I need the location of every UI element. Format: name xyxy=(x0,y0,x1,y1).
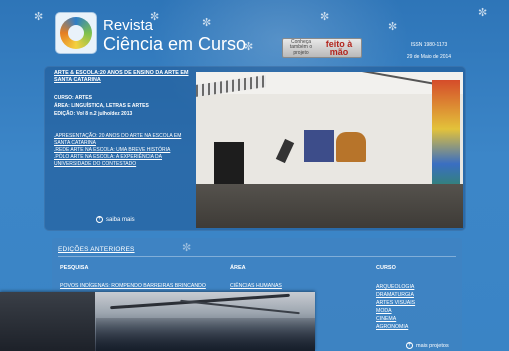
edicao-label: EDIÇÃO: xyxy=(54,111,76,117)
column-header-area: ÁREA xyxy=(230,265,246,271)
saiba-mais-button[interactable]: + saiba mais xyxy=(96,216,135,223)
featured-link-rede[interactable]: .REDE ARTE NA ESCOLA: UMA BREVE HISTÓRIA xyxy=(54,147,194,154)
featured-article-panel: ARTE & ESCOLA:20 ANOS DE ENSINO DA ARTE … xyxy=(44,66,466,231)
featured-area: ÁREA: LINGUÍSTICA, LETRAS E ARTES xyxy=(54,103,149,109)
featured-link-polo[interactable]: .PÓLO ARTE NA ESCOLA: A EXPERIÊNCIA DA U… xyxy=(54,154,194,168)
featured-curso: CURSO: ARTES xyxy=(54,95,92,101)
area-link[interactable]: CIÊNCIAS HUMANAS xyxy=(230,283,282,289)
dandelion-seed-icon: ✼ xyxy=(34,11,44,23)
column-header-pesquisa: PESQUISA xyxy=(60,265,89,271)
curso-link-arqueologia[interactable]: ARQUEOLOGIA xyxy=(376,283,415,291)
curso-link-dramaturgia[interactable]: DRAMATURGIA xyxy=(376,291,415,299)
area-label: ÁREA: xyxy=(54,103,70,109)
featured-photo[interactable] xyxy=(196,72,463,228)
edicao-value: Vol 8 n.2 julho/dez 2013 xyxy=(76,111,133,117)
divider xyxy=(58,256,456,257)
plus-circle-icon: + xyxy=(96,216,103,223)
feito-a-mao-banner[interactable]: Conheça também o projeto feito à mão xyxy=(282,38,362,58)
curso-label: CURSO: xyxy=(54,95,74,101)
curso-list: ARQUEOLOGIA DRAMATURGIA ARTES VISUAIS MO… xyxy=(376,283,415,331)
site-title-line2: Ciência em Curso xyxy=(103,33,247,54)
curso-value: ARTES xyxy=(74,95,92,101)
dandelion-seed-icon: ✼ xyxy=(320,11,330,23)
saiba-mais-label: saiba mais xyxy=(106,216,135,223)
pesquisa-link[interactable]: POVOS INDÍGENAS: ROMPENDO BARREIRAS BRIN… xyxy=(60,283,206,289)
site-title-line1: Revista xyxy=(103,17,154,34)
column-header-curso: CURSO xyxy=(376,265,396,271)
featured-link-apresentacao[interactable]: .APRESENTAÇÃO: 20 ANOS DO ARTE NA ESCOLA… xyxy=(54,133,194,147)
site-logo[interactable] xyxy=(56,13,96,53)
promo-big-text: feito à mão xyxy=(325,39,353,57)
plus-circle-icon: + xyxy=(406,342,413,349)
issn-number: ISSN 1980-1173 xyxy=(410,42,448,48)
mais-projetos-button[interactable]: + mais projetos xyxy=(406,342,449,349)
curso-link-artes-visuais[interactable]: ARTES VISUAIS xyxy=(376,299,415,307)
current-date: 29 de Maio de 2014 xyxy=(406,54,452,60)
site-title[interactable]: Revista Ciência em Curso xyxy=(103,17,247,54)
featured-article-title[interactable]: ARTE & ESCOLA:20 ANOS DE ENSINO DA ARTE … xyxy=(54,70,194,84)
curso-link-cinema[interactable]: CINEMA xyxy=(376,315,415,323)
overlapping-photo-window xyxy=(0,292,315,351)
area-value: LINGUÍSTICA, LETRAS E ARTES xyxy=(71,103,149,109)
curso-link-agronomia[interactable]: AGRONOMIA xyxy=(376,323,415,331)
featured-edicao: EDIÇÃO: Vol 8 n.2 julho/dez 2013 xyxy=(54,111,132,117)
promo-small-text: Conheça também o projeto xyxy=(289,38,313,56)
dandelion-seed-icon: ✼ xyxy=(388,21,398,33)
dandelion-seed-icon: ✼ xyxy=(478,7,488,19)
mais-projetos-label: mais projetos xyxy=(416,342,449,349)
previous-editions-title[interactable]: EDIÇÕES ANTERIORES xyxy=(58,246,135,253)
curso-link-moda[interactable]: MODA xyxy=(376,307,415,315)
